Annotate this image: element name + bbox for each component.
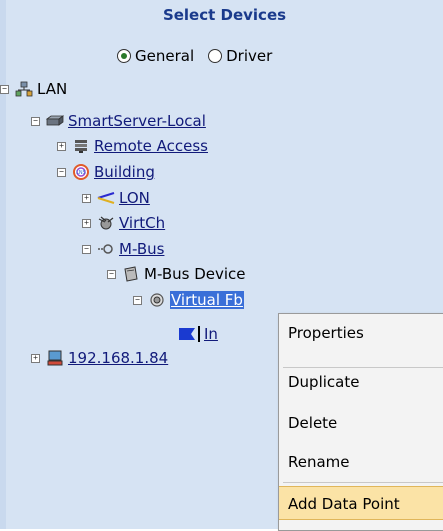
tree-label-virtual-fb[interactable]: Virtual Fb: [170, 291, 244, 309]
tree-node-virtch[interactable]: + VirtCh: [82, 212, 165, 234]
tree-node-mbus-device[interactable]: − M-Bus Device: [107, 263, 246, 285]
building-icon: LNS: [73, 164, 89, 180]
menu-item-delete[interactable]: Delete: [279, 406, 443, 440]
collapse-icon[interactable]: −: [82, 244, 91, 254]
collapse-icon[interactable]: −: [31, 116, 40, 126]
collapse-icon[interactable]: −: [107, 269, 116, 279]
virtual-channel-icon: [98, 216, 114, 230]
general-radio[interactable]: [117, 49, 131, 63]
tree-label-remote-access[interactable]: Remote Access: [94, 137, 208, 155]
tree-label-building[interactable]: Building: [94, 163, 155, 181]
expand-icon[interactable]: +: [31, 353, 40, 363]
tree-node-building[interactable]: − LNS Building: [57, 161, 155, 183]
menu-item-rename[interactable]: Rename: [279, 445, 443, 479]
tree-label-in[interactable]: In: [204, 325, 218, 343]
driver-radio[interactable]: [208, 49, 223, 63]
expand-icon[interactable]: +: [82, 193, 91, 203]
tree-node-in[interactable]: In: [178, 323, 218, 345]
tree-node-ip[interactable]: + 192.168.1.84: [31, 347, 168, 369]
menu-item-add-data-point[interactable]: Add Data Point: [279, 486, 443, 520]
tree-label-virtch[interactable]: VirtCh: [119, 214, 165, 232]
tree-label-lan[interactable]: LAN: [37, 80, 67, 98]
tree-node-mbus[interactable]: − M-Bus: [82, 238, 164, 260]
menu-item-duplicate[interactable]: Duplicate: [279, 365, 443, 399]
server-icon: [46, 115, 64, 126]
tree-node-lon[interactable]: + LON: [82, 187, 150, 209]
tree-label-lon[interactable]: LON: [119, 189, 150, 207]
tree-label-smartserver[interactable]: SmartServer-Local: [68, 112, 206, 130]
collapse-icon[interactable]: −: [57, 167, 66, 177]
expand-icon[interactable]: +: [57, 141, 66, 151]
collapse-icon[interactable]: −: [133, 295, 142, 305]
expand-icon[interactable]: +: [82, 218, 91, 228]
remote-access-icon: [75, 140, 87, 153]
general-radio-label[interactable]: General: [135, 47, 194, 65]
network-icon: [15, 81, 33, 97]
driver-radio-label[interactable]: Driver: [226, 47, 272, 65]
tree-label-mbus-device[interactable]: M-Bus Device: [144, 265, 246, 283]
mbus-channel-icon: [98, 244, 113, 254]
tree-label-ip[interactable]: 192.168.1.84: [68, 349, 168, 367]
context-menu: Properties Duplicate Delete Rename Add D…: [278, 313, 443, 531]
panel-title: Select Devices: [162, 6, 287, 24]
lon-channel-icon: [97, 192, 115, 204]
tree-node-lan[interactable]: − LAN: [0, 78, 67, 100]
input-datapoint-icon: [179, 326, 200, 342]
tree-node-remote-access[interactable]: + Remote Access: [57, 135, 208, 157]
menu-separator: [283, 482, 443, 483]
tree-node-virtual-fb[interactable]: − Virtual Fb: [133, 289, 244, 311]
mode-selector: General Driver: [117, 47, 282, 65]
device-icon: [124, 266, 138, 282]
collapse-icon[interactable]: −: [0, 84, 9, 94]
functional-block-icon: [150, 293, 164, 307]
tree-label-mbus[interactable]: M-Bus: [119, 240, 164, 258]
computer-icon: [47, 350, 63, 366]
svg-text:LNS: LNS: [76, 170, 86, 176]
menu-item-properties[interactable]: Properties: [279, 316, 443, 350]
tree-node-smartserver[interactable]: − SmartServer-Local: [31, 110, 206, 132]
